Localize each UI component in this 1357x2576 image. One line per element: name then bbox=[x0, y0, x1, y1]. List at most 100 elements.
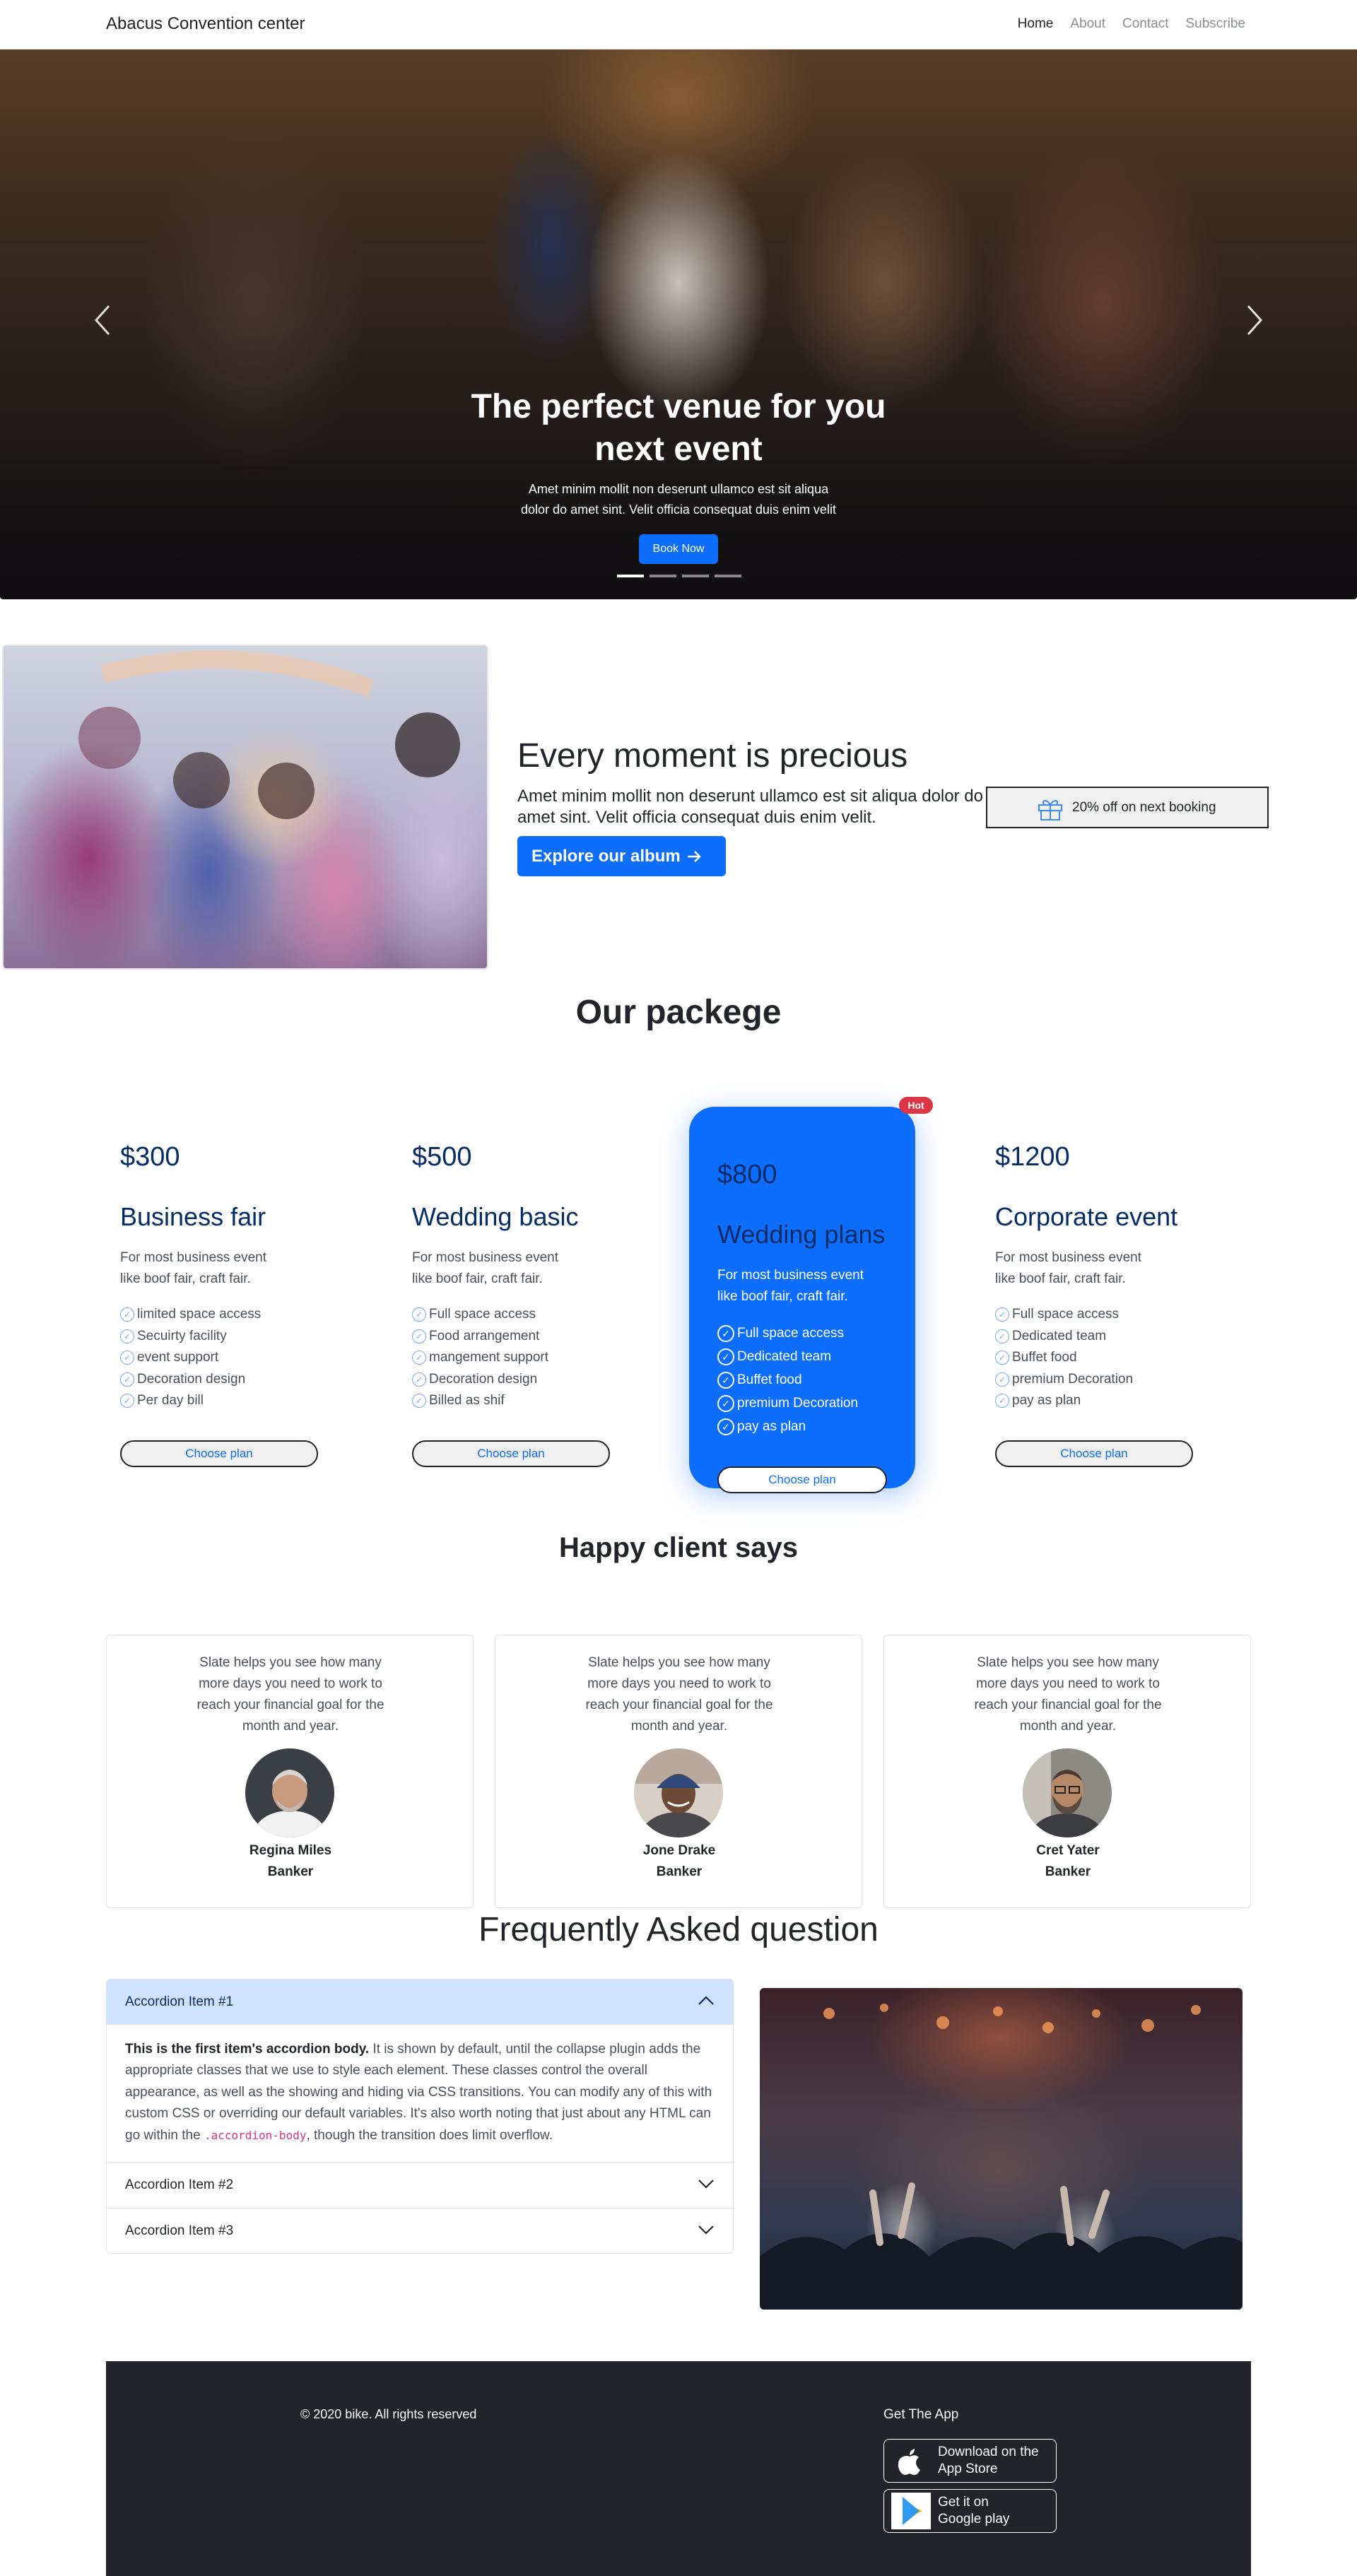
plan-feature-label: Decoration design bbox=[137, 1371, 246, 1387]
plan-feature-label: pay as plan bbox=[737, 1419, 806, 1434]
precious-text: Amet minim mollit non deserunt ullamco e… bbox=[517, 787, 983, 827]
gift-icon bbox=[1037, 797, 1064, 825]
choose-plan-button[interactable]: Choose plan bbox=[995, 1440, 1193, 1467]
plan-feature: ✓ Full space access bbox=[412, 1304, 638, 1326]
plan-feature: ✓ Full space access bbox=[995, 1304, 1221, 1326]
google-play-icon bbox=[891, 2493, 931, 2529]
accordion-body-text: , though the transition does limit overf… bbox=[306, 2127, 553, 2143]
promo-text: 20% off on next booking bbox=[1072, 800, 1216, 815]
precious-title: Every moment is precious bbox=[517, 737, 908, 775]
brand-logo[interactable]: Abacus Convention center bbox=[106, 14, 305, 34]
testimonials-title: Happy client says bbox=[559, 1532, 798, 1563]
explore-album-button[interactable]: Explore our album bbox=[517, 836, 726, 876]
choose-plan-button[interactable]: Choose plan bbox=[120, 1440, 318, 1467]
plan-feature-label: Dedicated team bbox=[1012, 1328, 1107, 1343]
nav-links: Home About Contact Subscribe bbox=[1018, 16, 1245, 32]
concert-photo bbox=[760, 1988, 1243, 2310]
plan-price: $300 bbox=[120, 1142, 180, 1172]
hero-carousel: The perfect venue for you next event Ame… bbox=[0, 49, 1357, 599]
nav-home[interactable]: Home bbox=[1018, 16, 1054, 32]
plan-feature-label: Buffet food bbox=[1012, 1350, 1077, 1365]
accordion-item-2-header[interactable]: Accordion Item #2 bbox=[107, 2163, 733, 2208]
plan-feature: ✓ pay as plan bbox=[717, 1415, 887, 1438]
plan-feature: ✓ limited space access bbox=[120, 1304, 346, 1326]
plan-feature-label: Decoration design bbox=[429, 1371, 538, 1387]
chevron-up-icon bbox=[698, 1994, 715, 2010]
plan-feature: ✓ Per day bill bbox=[120, 1390, 346, 1412]
plan-feature-label: Full space access bbox=[1012, 1307, 1120, 1322]
copyright-text: © 2020 bike. All rights reserved bbox=[300, 2407, 477, 2421]
accordion-item-label: Accordion Item #3 bbox=[125, 2223, 234, 2238]
nav-contact[interactable]: Contact bbox=[1122, 16, 1168, 32]
plan-feature: ✓ Decoration design bbox=[120, 1369, 346, 1391]
plan-feature-label: Per day bill bbox=[137, 1393, 204, 1408]
check-circle-icon: ✓ bbox=[412, 1329, 426, 1343]
plan-feature-label: Full space access bbox=[429, 1307, 536, 1322]
footer: © 2020 bike. All rights reserved Get The… bbox=[106, 2361, 1251, 2576]
plan-feature-label: Billed as shif bbox=[429, 1393, 505, 1408]
check-circle-icon: ✓ bbox=[995, 1351, 1009, 1365]
plan-feature-label: Secuirty facility bbox=[137, 1328, 227, 1343]
faq-title: Frequently Asked question bbox=[478, 1911, 879, 1948]
plan-feature: ✓ Secuirty facility bbox=[120, 1326, 346, 1348]
plan-feature-label: Food arrangement bbox=[429, 1328, 540, 1343]
plan-feature: ✓ Full space access bbox=[717, 1322, 887, 1345]
check-circle-icon: ✓ bbox=[120, 1394, 134, 1408]
choose-plan-button[interactable]: Choose plan bbox=[412, 1440, 610, 1467]
app-store-button[interactable]: Download on the App Store bbox=[883, 2439, 1057, 2483]
client-role: Banker bbox=[656, 1864, 703, 1879]
chevron-right-icon[interactable] bbox=[1245, 304, 1264, 341]
plan-features: ✓ limited space access ✓ Secuirty facility… bbox=[120, 1304, 346, 1412]
client-name: Regina Miles bbox=[249, 1843, 332, 1858]
plan-feature-label: Full space access bbox=[737, 1326, 845, 1341]
choose-plan-button[interactable]: Choose plan bbox=[717, 1466, 887, 1493]
carousel-indicator[interactable] bbox=[650, 575, 676, 577]
hero-subtitle-line: Amet minim mollit non deserunt ullamco e… bbox=[528, 482, 829, 496]
google-play-label-line: Google play bbox=[938, 2512, 1010, 2527]
google-play-button[interactable]: Get it on Google play bbox=[883, 2489, 1057, 2533]
plan-feature-label: event support bbox=[137, 1350, 219, 1365]
app-store-label: Download on the App Store bbox=[938, 2444, 1039, 2478]
hero-subtitle: Amet minim mollit non deserunt ullamco e… bbox=[495, 479, 862, 520]
plan-feature: ✓ Dedicated team bbox=[717, 1345, 887, 1368]
plan-feature-label: Buffet food bbox=[737, 1372, 802, 1387]
plan-feature: ✓ Buffet food bbox=[995, 1347, 1221, 1369]
testimonial-quote: Slate helps you see how many more days y… bbox=[974, 1655, 1162, 1734]
plan-name: Business fair bbox=[120, 1202, 266, 1231]
plan-description: For most business event like boof fair, … bbox=[412, 1250, 558, 1286]
hero-subtitle-line: dolor do amet sint. Velit officia conseq… bbox=[521, 502, 836, 517]
plan-feature: ✓ premium Decoration bbox=[717, 1392, 887, 1415]
check-circle-icon: ✓ bbox=[717, 1324, 734, 1342]
get-app-heading: Get The App bbox=[883, 2407, 959, 2422]
plan-price: $1200 bbox=[995, 1142, 1070, 1172]
carousel-indicator[interactable] bbox=[617, 575, 644, 577]
plan-feature: ✓ Buffet food bbox=[717, 1368, 887, 1392]
app-store-label-line: Download on the bbox=[938, 2445, 1039, 2459]
hero-title: The perfect venue for you next event bbox=[396, 386, 961, 471]
check-circle-icon: ✓ bbox=[717, 1418, 734, 1435]
plan-feature: ✓ event support bbox=[120, 1347, 346, 1369]
explore-album-label: Explore our album bbox=[531, 847, 681, 866]
promo-box[interactable]: 20% off on next booking bbox=[986, 787, 1269, 828]
check-circle-icon: ✓ bbox=[995, 1372, 1009, 1387]
hero-title-line: next event bbox=[594, 430, 763, 468]
chevron-left-icon[interactable] bbox=[93, 304, 112, 341]
plan-card: $300 Business fair For most business eve… bbox=[120, 1142, 346, 1467]
plan-description: For most business event like boof fair, … bbox=[995, 1250, 1141, 1286]
book-now-button[interactable]: Book Now bbox=[639, 534, 718, 564]
plan-feature: ✓ Food arrangement bbox=[412, 1326, 638, 1348]
carousel-indicator[interactable] bbox=[682, 575, 709, 577]
nav-subscribe[interactable]: Subscribe bbox=[1186, 16, 1246, 32]
testimonial-card: Slate helps you see how many more days y… bbox=[106, 1635, 474, 1908]
check-circle-icon: ✓ bbox=[717, 1348, 734, 1365]
check-circle-icon: ✓ bbox=[995, 1329, 1009, 1343]
accordion-item-3-header[interactable]: Accordion Item #3 bbox=[107, 2208, 733, 2253]
plan-description: For most business event like boof fair, … bbox=[120, 1250, 266, 1286]
google-play-label-line: Get it on bbox=[938, 2495, 989, 2510]
nav-about[interactable]: About bbox=[1070, 16, 1105, 32]
accordion-item-1-header[interactable]: Accordion Item #1 bbox=[107, 1980, 733, 2025]
plan-card: $1200 Corporate event For most business … bbox=[995, 1142, 1221, 1467]
testimonial-quote: Slate helps you see how many more days y… bbox=[196, 1655, 384, 1734]
carousel-indicator[interactable] bbox=[715, 575, 741, 577]
check-circle-icon: ✓ bbox=[412, 1351, 426, 1365]
